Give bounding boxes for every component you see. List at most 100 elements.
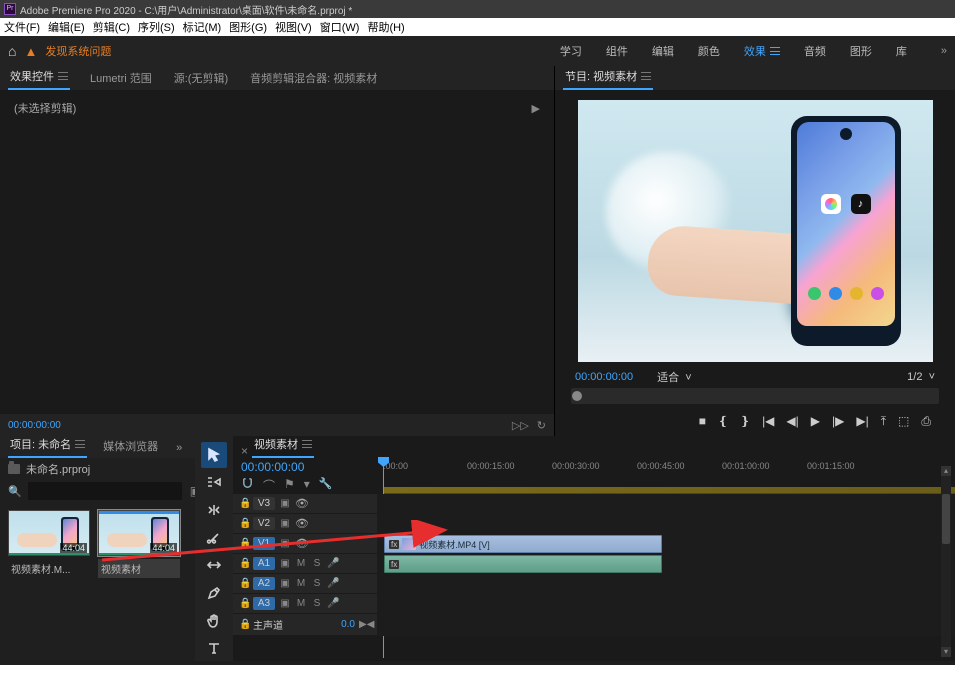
mute-toggle[interactable]: M bbox=[295, 558, 307, 569]
source-timecode[interactable]: 00:00:00:00 bbox=[8, 420, 61, 431]
workspace-tab[interactable]: 组件 bbox=[606, 43, 628, 59]
lock-icon[interactable]: 🔒 bbox=[239, 619, 249, 630]
project-filename[interactable]: 未命名.prproj bbox=[26, 461, 90, 477]
timeline-track-area[interactable]: fx视频素材.MP4 [V] fx bbox=[377, 494, 955, 636]
program-scrubber[interactable] bbox=[571, 388, 939, 404]
playhead-dot[interactable] bbox=[572, 391, 582, 401]
video-preview[interactable]: ♪ bbox=[578, 100, 933, 362]
chevron-right-icon[interactable]: ▶◀ bbox=[359, 619, 371, 630]
track-label[interactable]: V1 bbox=[253, 537, 275, 550]
timeline-timecode[interactable]: 00:00:00:00 bbox=[241, 460, 369, 474]
workspace-tab[interactable]: 库 bbox=[896, 43, 907, 59]
tab-media-browser[interactable]: 媒体浏览器 bbox=[101, 434, 160, 458]
eye-icon[interactable]: 👁 bbox=[295, 517, 309, 530]
track-header-a3[interactable]: 🔒 A3 ▣ MS 🎤 bbox=[233, 594, 377, 614]
menu-item[interactable]: 视图(V) bbox=[275, 19, 312, 35]
tab-program[interactable]: 节目: 视频素材 bbox=[563, 64, 653, 90]
tab-overflow[interactable]: » bbox=[174, 438, 184, 458]
menu-item[interactable]: 编辑(E) bbox=[48, 19, 85, 35]
mic-icon[interactable]: 🎤 bbox=[327, 598, 339, 609]
tab-effect-controls[interactable]: 效果控件 bbox=[8, 64, 70, 90]
tab-lumetri[interactable]: Lumetri 范围 bbox=[88, 66, 154, 90]
mute-toggle[interactable]: M bbox=[295, 578, 307, 589]
resolution-dropdown[interactable]: 1/2 ˅ bbox=[907, 371, 935, 383]
lock-icon[interactable]: 🔒 bbox=[239, 498, 249, 509]
lock-icon[interactable]: 🔒 bbox=[239, 578, 249, 589]
track-select-tool[interactable] bbox=[201, 470, 227, 496]
add-marker-icon[interactable]: ⚑ bbox=[284, 477, 295, 494]
step-back-icon[interactable]: ▷▷ bbox=[512, 419, 529, 432]
lift-icon[interactable]: ⤒ bbox=[881, 414, 886, 429]
home-icon[interactable]: ⌂ bbox=[8, 43, 16, 59]
eye-icon[interactable]: 👁 bbox=[295, 537, 309, 550]
menu-item[interactable]: 序列(S) bbox=[138, 19, 175, 35]
lock-icon[interactable]: 🔒 bbox=[239, 558, 249, 569]
go-to-out-icon[interactable]: ▶| bbox=[856, 414, 868, 428]
type-tool[interactable] bbox=[201, 635, 227, 661]
track-label[interactable]: V3 bbox=[253, 497, 275, 510]
project-item[interactable]: 44:04 视频素材.M... bbox=[8, 510, 90, 578]
track-label[interactable]: A1 bbox=[253, 557, 275, 570]
track-label[interactable]: V2 bbox=[253, 517, 275, 530]
time-ruler[interactable]: :00:00 00:00:15:00 00:00:30:00 00:00:45:… bbox=[377, 458, 955, 494]
mark-out-icon[interactable]: ❵ bbox=[740, 414, 750, 428]
step-back-icon[interactable]: ◀| bbox=[786, 414, 798, 428]
selection-tool[interactable] bbox=[201, 442, 227, 468]
hand-tool[interactable] bbox=[201, 608, 227, 634]
loop-icon[interactable]: ↻ bbox=[537, 419, 546, 432]
settings-icon[interactable]: ▾ bbox=[304, 477, 310, 494]
sync-lock-icon[interactable]: ▣ bbox=[279, 538, 291, 549]
track-label[interactable]: A3 bbox=[253, 597, 275, 610]
go-to-in-icon[interactable]: |◀ bbox=[762, 414, 774, 428]
scroll-down-button[interactable]: ▾ bbox=[941, 647, 951, 657]
mark-in-icon[interactable]: ❴ bbox=[718, 414, 728, 428]
program-timecode[interactable]: 00:00:00:00 bbox=[575, 371, 633, 383]
lock-icon[interactable]: 🔒 bbox=[239, 538, 249, 549]
project-item-selected[interactable]: 44:04 视频素材 bbox=[98, 510, 180, 578]
linked-selection-icon[interactable]: ⌒ bbox=[263, 477, 275, 494]
warning-text[interactable]: 发现系统问题 bbox=[45, 43, 111, 59]
lock-icon[interactable]: 🔒 bbox=[239, 598, 249, 609]
menu-item[interactable]: 窗口(W) bbox=[320, 19, 360, 35]
mic-icon[interactable]: 🎤 bbox=[327, 578, 339, 589]
bin-icon[interactable] bbox=[8, 464, 20, 474]
slip-tool[interactable] bbox=[201, 553, 227, 579]
scroll-thumb[interactable] bbox=[942, 494, 950, 544]
track-header-master[interactable]: 🔒主声道0.0▶◀ bbox=[233, 614, 377, 636]
wrench-icon[interactable]: 🔧 bbox=[319, 477, 333, 494]
solo-toggle[interactable]: S bbox=[311, 558, 323, 569]
add-marker-icon[interactable]: ■ bbox=[699, 414, 706, 428]
close-tab-icon[interactable]: × bbox=[241, 444, 248, 458]
workspace-tab-active[interactable]: 效果 bbox=[744, 43, 780, 59]
warning-icon[interactable]: ▲ bbox=[24, 44, 37, 59]
menu-item[interactable]: 帮助(H) bbox=[367, 19, 404, 35]
sync-lock-icon[interactable]: ▣ bbox=[279, 498, 291, 509]
workspace-overflow[interactable]: » bbox=[941, 45, 947, 57]
track-header-v3[interactable]: 🔒 V3 ▣ 👁 bbox=[233, 494, 377, 514]
mic-icon[interactable]: 🎤 bbox=[327, 558, 339, 569]
audio-clip[interactable]: fx bbox=[384, 555, 662, 573]
tab-source[interactable]: 源:(无剪辑) bbox=[172, 66, 230, 90]
solo-toggle[interactable]: S bbox=[311, 578, 323, 589]
timeline-tab[interactable]: 视频素材 bbox=[252, 432, 314, 458]
workspace-tab[interactable]: 颜色 bbox=[698, 43, 720, 59]
mute-toggle[interactable]: M bbox=[295, 598, 307, 609]
ripple-edit-tool[interactable] bbox=[201, 497, 227, 523]
sync-lock-icon[interactable]: ▣ bbox=[279, 558, 291, 569]
sync-lock-icon[interactable]: ▣ bbox=[279, 518, 291, 529]
track-header-a2[interactable]: 🔒A2▣MS🎤 bbox=[233, 574, 377, 594]
solo-toggle[interactable]: S bbox=[311, 598, 323, 609]
export-frame-icon[interactable]: ⎙ bbox=[921, 414, 931, 429]
play-icon[interactable]: ▶ bbox=[811, 414, 820, 428]
master-value[interactable]: 0.0 bbox=[341, 619, 355, 630]
tab-audio-mixer[interactable]: 音频剪辑混合器: 视频素材 bbox=[248, 66, 379, 90]
workspace-tab[interactable]: 编辑 bbox=[652, 43, 674, 59]
pen-tool[interactable] bbox=[201, 580, 227, 606]
track-header-v1[interactable]: 🔒 V1 ▣ 👁 bbox=[233, 534, 377, 554]
search-icon[interactable]: 🔍 bbox=[8, 485, 22, 498]
menu-item[interactable]: 剪辑(C) bbox=[93, 19, 130, 35]
lock-icon[interactable]: 🔒 bbox=[239, 518, 249, 529]
video-clip[interactable]: fx视频素材.MP4 [V] bbox=[384, 535, 662, 553]
sync-lock-icon[interactable]: ▣ bbox=[279, 598, 291, 609]
eye-icon[interactable]: 👁 bbox=[295, 497, 309, 510]
